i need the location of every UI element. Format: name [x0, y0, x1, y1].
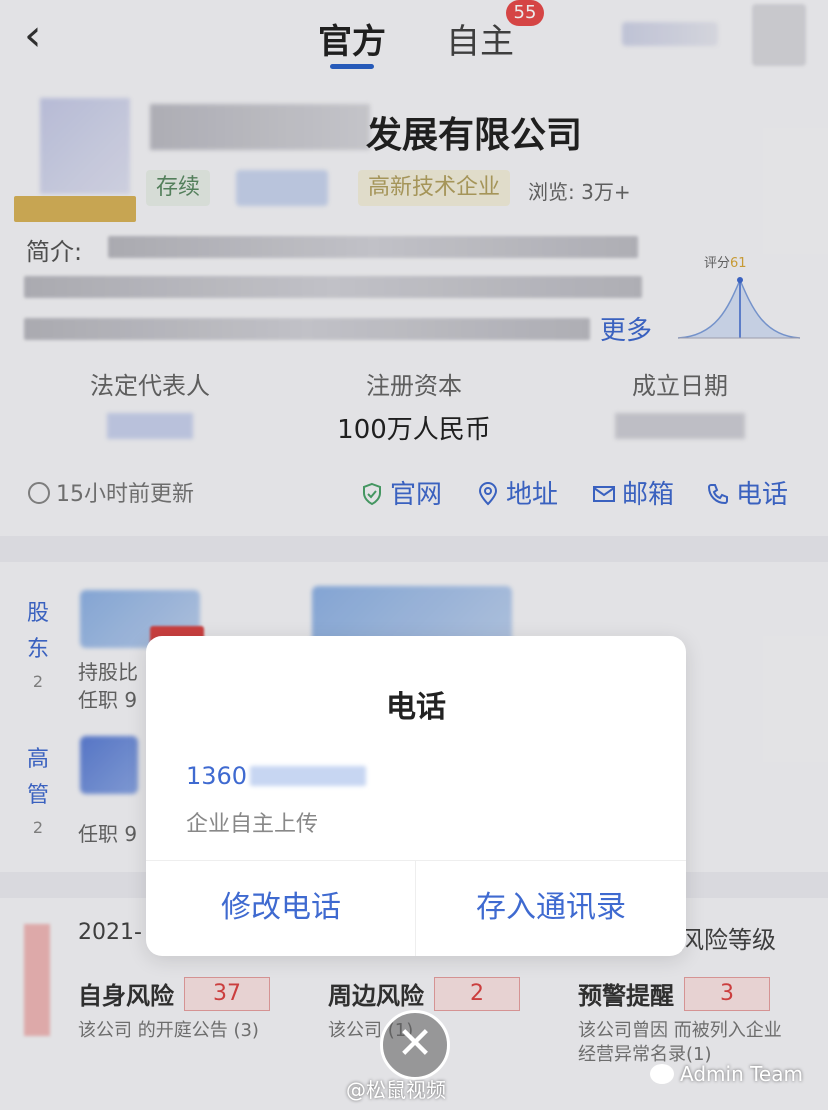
save-to-contacts-button[interactable]: 存入通讯录	[416, 860, 686, 956]
wechat-icon	[650, 1064, 674, 1084]
phone-source: 企业自主上传	[186, 812, 319, 837]
watermark-right: Admin Team	[650, 1062, 803, 1086]
edit-phone-button[interactable]: 修改电话	[146, 860, 416, 956]
phone-dialog: 电话 1360 企业自主上传 修改电话 存入通讯录	[146, 636, 686, 956]
close-icon[interactable]: ✕	[380, 1010, 450, 1080]
blurred-phone-digits	[250, 766, 366, 786]
phone-number[interactable]: 1360	[186, 762, 247, 790]
dialog-title: 电话	[386, 690, 446, 725]
watermark-left: @松鼠视频	[346, 1078, 446, 1102]
